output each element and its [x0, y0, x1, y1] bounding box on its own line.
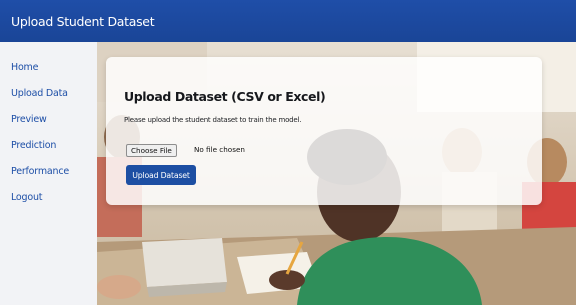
app-header: Upload Student Dataset: [0, 0, 576, 42]
sidebar-item-performance[interactable]: Performance: [11, 166, 69, 177]
choose-file-button[interactable]: Choose File: [126, 144, 177, 157]
upload-dataset-button[interactable]: Upload Dataset: [126, 165, 196, 185]
upload-card: Upload Dataset (CSV or Excel) Please upl…: [106, 57, 542, 205]
sidebar-item-upload-data[interactable]: Upload Data: [11, 88, 68, 99]
sidebar: Home Upload Data Preview Prediction Perf…: [0, 42, 97, 305]
upload-card-title: Upload Dataset (CSV or Excel): [124, 89, 326, 104]
sidebar-item-preview[interactable]: Preview: [11, 114, 47, 125]
upload-card-description: Please upload the student dataset to tra…: [124, 116, 302, 124]
app-title: Upload Student Dataset: [11, 13, 155, 29]
sidebar-item-prediction[interactable]: Prediction: [11, 140, 56, 151]
file-status-text: No file chosen: [194, 145, 245, 154]
sidebar-item-logout[interactable]: Logout: [11, 192, 43, 203]
sidebar-item-home[interactable]: Home: [11, 62, 38, 73]
